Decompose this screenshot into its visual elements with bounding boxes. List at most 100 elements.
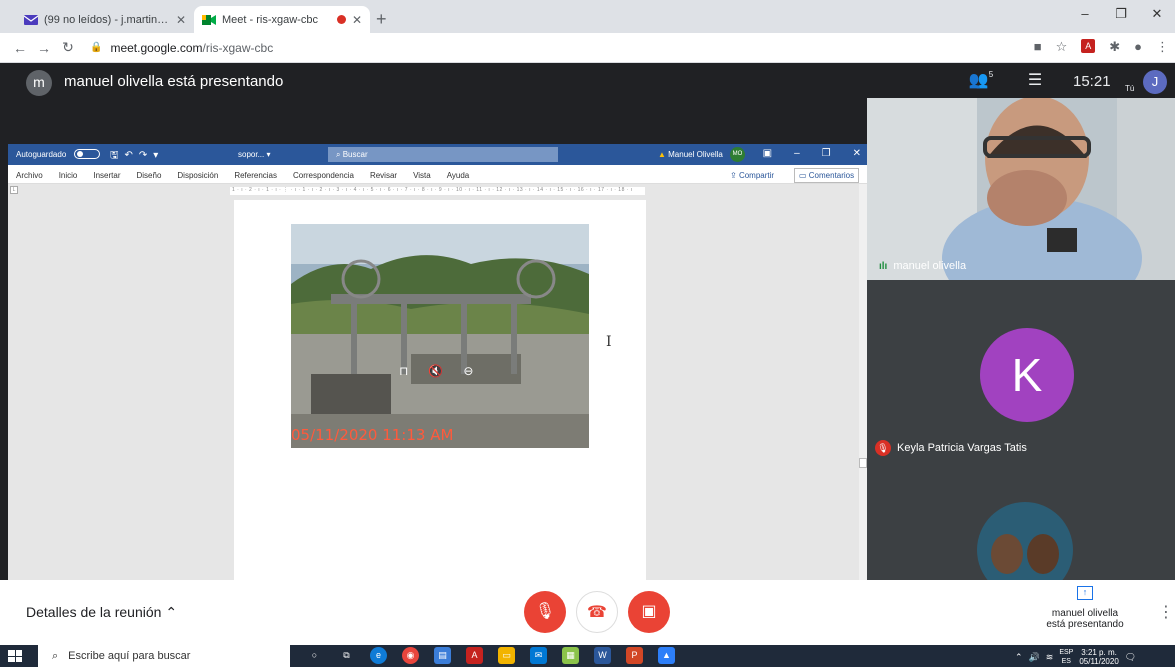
recording-icon (336, 15, 346, 24)
browser-toolbar-icons: ■ ☆ A ✱ ● ⋮ (1034, 39, 1169, 55)
menu-referencias[interactable]: Referencias (234, 171, 277, 180)
restore-button[interactable]: ❐ (1103, 6, 1139, 22)
file-explorer-icon[interactable]: ▭ (498, 647, 515, 664)
participant-tile-3[interactable] (867, 502, 1175, 580)
tab-meet[interactable]: Meet - ris-xgaw-cbc ✕ (194, 6, 370, 33)
menu-revisar[interactable]: Revisar (370, 171, 397, 180)
more-options-icon[interactable]: ⋮ (1158, 602, 1174, 622)
powerpoint-icon[interactable]: P (626, 647, 643, 664)
taskbar-search[interactable]: ⌕ Escribe aquí para buscar (38, 645, 290, 667)
participant-tile-manuel[interactable]: ılı manuel olivella (867, 98, 1175, 280)
remove-icon[interactable]: ⊖ (463, 364, 473, 378)
word-search-box[interactable]: ⌕ Buscar (328, 147, 558, 162)
word-page[interactable]: ⊓ 🔇 ⊖ 05/11/2020 11:13 AM (234, 200, 646, 580)
word-title-bar: Autoguardado 🖫↶↷▾ sopor... ▾ ⌕ Buscar ▲ … (8, 144, 867, 165)
mail-icon (24, 14, 38, 25)
acrobat-icon[interactable]: A (466, 647, 483, 664)
participant-count: 5 (988, 70, 994, 79)
ribbon-display-icon[interactable]: ▣ (763, 148, 772, 159)
user-avatar[interactable]: J (1143, 70, 1167, 94)
menu-insertar[interactable]: Insertar (93, 171, 120, 180)
tab-selector-icon[interactable]: L (10, 186, 18, 194)
taskbar-clock[interactable]: 3:21 p. m. 05/11/2020 (1079, 648, 1118, 666)
participant-name: manuel olivella (893, 260, 967, 272)
store-icon[interactable]: ▤ (434, 647, 451, 664)
word-ruler: L 1 · ı · 2 · ı · 1 · ı · ⋮ · ı · 1 · ı … (8, 184, 867, 198)
photos-icon[interactable]: ▲ (658, 647, 675, 664)
document-photo[interactable]: ⊓ 🔇 ⊖ 05/11/2020 11:13 AM (291, 224, 589, 448)
word-scrollbar[interactable] (859, 184, 867, 580)
chevron-up-icon: ⌃ (165, 604, 178, 620)
show-hidden-icons[interactable]: ⌃ (1015, 652, 1023, 663)
quick-access-icons[interactable]: 🖫↶↷▾ (110, 148, 164, 165)
search-icon: ⌕ (52, 649, 59, 662)
menu-vista[interactable]: Vista (413, 171, 431, 180)
search-label: Buscar (342, 150, 368, 159)
word-app-icon[interactable]: W (594, 647, 611, 664)
mute-mic-button[interactable]: 🎙 (524, 591, 566, 633)
new-tab-button[interactable]: + (376, 9, 387, 30)
present-line-1: manuel olivella (1051, 608, 1119, 619)
close-tab-icon[interactable]: ✕ (176, 13, 186, 27)
windows-start-icon[interactable] (8, 650, 22, 662)
word-user-avatar[interactable]: MO (730, 147, 745, 162)
participant-label: ılı manuel olivella (879, 260, 966, 272)
word-restore-icon[interactable]: ❐ (822, 148, 831, 159)
app-icon[interactable]: ▦ (562, 647, 579, 664)
close-tab-icon[interactable]: ✕ (352, 13, 362, 27)
word-comments-button[interactable]: ▭ Comentarios (794, 168, 860, 183)
close-window-button[interactable]: ✕ (1139, 6, 1175, 22)
language-indicator[interactable]: ESP ES (1059, 648, 1073, 666)
edge-icon[interactable]: e (370, 647, 387, 664)
menu-inicio[interactable]: Inicio (59, 171, 78, 180)
camera-off-icon: ▣ (641, 603, 657, 620)
lang-bottom: ES (1061, 658, 1071, 665)
url-path: /ris-xgaw-cbc (202, 40, 274, 55)
reload-icon[interactable]: ↻ (56, 39, 80, 56)
word-share-button[interactable]: ⇪ Compartir (730, 171, 774, 180)
url-field[interactable]: meet.google.com/ris-xgaw-cbc (110, 41, 273, 55)
pin-icon[interactable]: ⊓ (399, 364, 408, 378)
bookmark-star-icon[interactable]: ☆ (1056, 39, 1068, 55)
notifications-icon[interactable]: 🗨 (1125, 652, 1136, 663)
camera-icon[interactable]: ■ (1034, 39, 1042, 55)
people-icon[interactable]: 👥5 (968, 70, 994, 90)
menu-ayuda[interactable]: Ayuda (447, 171, 470, 180)
autosave-toggle[interactable] (74, 149, 100, 159)
browser-tab-strip: (99 no leídos) - j.martinez@corp ✕ Meet … (0, 0, 1175, 33)
document-name[interactable]: sopor... ▾ (238, 150, 270, 159)
menu-disposicion[interactable]: Disposición (177, 171, 218, 180)
taskbar-search-placeholder: Escribe aquí para buscar (68, 650, 191, 662)
chat-icon[interactable]: ☰ (1022, 70, 1048, 90)
menu-archivo[interactable]: Archivo (16, 171, 43, 180)
meeting-details-button[interactable]: Detalles de la reunión ⌃ (26, 604, 177, 621)
word-minimize-icon[interactable]: – (794, 148, 800, 159)
window-controls: – ❐ ✕ (1067, 6, 1175, 22)
word-close-icon[interactable]: ✕ (853, 148, 861, 159)
chrome-icon[interactable]: ◉ (402, 647, 419, 664)
mail-app-icon[interactable]: ✉ (530, 647, 547, 664)
profile-icon[interactable]: ● (1134, 39, 1142, 55)
volume-icon[interactable]: 🔊 (1029, 652, 1040, 663)
task-view-icon[interactable]: ⧉ (338, 647, 355, 664)
present-line-2: está presentando (1046, 619, 1124, 630)
forward-icon[interactable]: → (32, 40, 56, 56)
network-icon[interactable]: ≋ (1046, 652, 1054, 663)
camera-off-button[interactable]: ▣ (628, 591, 670, 633)
scroll-thumb[interactable] (859, 458, 867, 468)
cortana-icon[interactable]: ○ (306, 647, 323, 664)
leave-call-button[interactable]: ☎ (576, 591, 618, 633)
menu-correspondencia[interactable]: Correspondencia (293, 171, 354, 180)
mute-icon[interactable]: 🔇 (428, 364, 443, 378)
tab-gmail[interactable]: (99 no leídos) - j.martinez@corp ✕ (16, 6, 194, 33)
word-window-controls: ▣ – ❐ ✕ (763, 148, 861, 159)
participant-tile-keyla[interactable]: K 🎙 Keyla Patricia Vargas Tatis (867, 280, 1175, 502)
pdf-extension-icon[interactable]: A (1081, 39, 1096, 53)
menu-icon[interactable]: ⋮ (1156, 39, 1169, 55)
menu-diseno[interactable]: Diseño (137, 171, 162, 180)
minimize-button[interactable]: – (1067, 6, 1103, 22)
present-status[interactable]: ↑ manuel olivella está presentando (1020, 586, 1150, 630)
extensions-icon[interactable]: ✱ (1109, 39, 1120, 55)
back-icon[interactable]: ← (8, 40, 32, 56)
lock-icon[interactable]: 🔒 (90, 42, 102, 53)
